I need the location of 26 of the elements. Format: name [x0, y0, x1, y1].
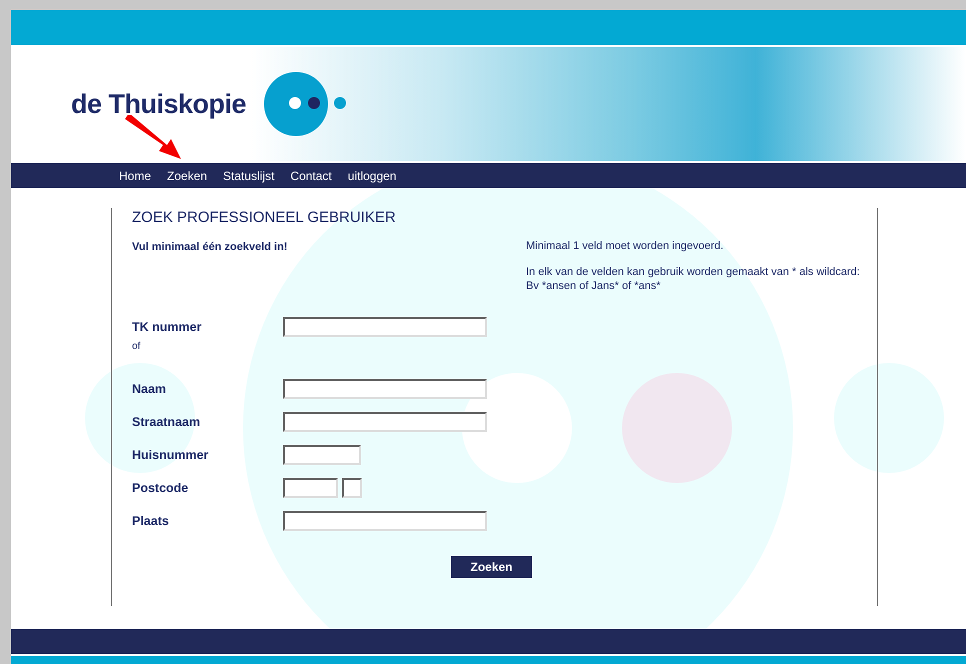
instruction-text: Vul minimaal één zoekveld in!: [132, 240, 288, 255]
input-field[interactable]: [283, 317, 487, 337]
field-label: TK nummer: [132, 319, 202, 335]
nav-link[interactable]: Home: [119, 166, 152, 184]
field-label: Naam: [132, 381, 168, 397]
search-button[interactable]: Zoeken: [451, 556, 532, 578]
logo-icon: [264, 72, 348, 136]
field-label: Plaats: [132, 513, 170, 529]
field-label: Huisnummer: [132, 447, 210, 463]
logo-text: de Thuiskopie: [71, 88, 246, 121]
input-field[interactable]: [283, 478, 338, 498]
help-text: Minimaal 1 veld moet worden ingevoerd.: [526, 239, 724, 253]
input-field[interactable]: [283, 412, 487, 432]
input-field[interactable]: [283, 511, 487, 531]
field-label: Straatnaam: [132, 414, 202, 430]
field-label: Postcode: [132, 480, 190, 496]
input-field[interactable]: [283, 445, 361, 465]
help-text: In elk van de velden kan gebruik worden gemaakt van * als wildcard: Bv *ansen of Jans* of *ans*: [526, 265, 860, 293]
nav-link[interactable]: Contact: [290, 166, 332, 184]
nav-link[interactable]: Zoeken: [167, 166, 208, 184]
form-title: ZOEK PROFESSIONEEL GEBRUIKER: [132, 208, 397, 227]
nav-link[interactable]: uitloggen: [348, 166, 396, 184]
input-field[interactable]: [283, 379, 487, 399]
or-text: of: [132, 340, 142, 354]
nav-link[interactable]: Statuslijst: [223, 166, 274, 184]
input-field[interactable]: [342, 478, 362, 498]
